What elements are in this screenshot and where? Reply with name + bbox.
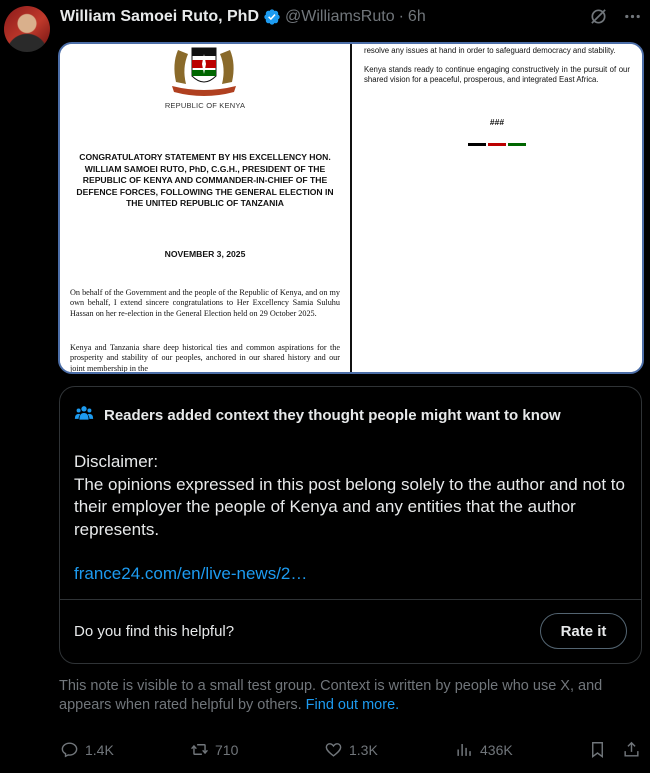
- people-icon: [74, 403, 94, 428]
- helpful-question: Do you find this helpful?: [74, 623, 235, 640]
- post-time[interactable]: 6h: [408, 8, 426, 26]
- note-header: Readers added context they thought peopl…: [74, 403, 561, 428]
- note-source-link[interactable]: france24.com/en/live-news/2…: [74, 564, 307, 584]
- grok-icon[interactable]: [588, 6, 608, 26]
- like-count: 1.3K: [349, 741, 378, 758]
- author-handle[interactable]: @WilliamsRuto: [285, 8, 395, 26]
- action-bar: 1.4K 710 1.3K 436K: [60, 740, 642, 762]
- post-image[interactable]: REPUBLIC OF KENYA CONGRATULATORY STATEME…: [58, 42, 644, 374]
- bookmark-button[interactable]: [588, 740, 607, 759]
- note-body: Disclaimer: The opinions expressed in th…: [74, 452, 625, 539]
- flag-stripe-black: [468, 143, 486, 146]
- flag-stripe-green: [508, 143, 526, 146]
- statement-paragraph-1: On behalf of the Government and the peop…: [70, 288, 340, 318]
- find-out-more-link[interactable]: Find out more.: [306, 697, 400, 713]
- statement-date: NOVEMBER 3, 2025: [164, 249, 246, 259]
- verified-badge-icon[interactable]: [263, 8, 281, 26]
- reply-count: 1.4K: [85, 741, 114, 758]
- tweet-top-actions: [588, 6, 642, 26]
- document-page-right: resolve any issues at hand in order to s…: [352, 44, 642, 372]
- separator-dot: ·: [398, 8, 404, 25]
- share-icon: [624, 741, 639, 757]
- author-avatar[interactable]: [4, 6, 50, 52]
- statement-paragraph-4: Kenya stands ready to continue engaging …: [364, 65, 630, 84]
- reply-icon: [61, 742, 78, 758]
- repost-icon: [191, 744, 208, 755]
- heart-icon: [325, 743, 342, 757]
- repost-count: 710: [215, 741, 239, 758]
- bookmark-icon: [592, 742, 603, 759]
- reply-button[interactable]: 1.4K: [60, 740, 114, 759]
- repost-button[interactable]: 710: [190, 740, 238, 759]
- republic-caption: REPUBLIC OF KENYA: [164, 101, 246, 110]
- statement-title: CONGRATULATORY STATEMENT BY HIS EXCELLEN…: [76, 152, 334, 209]
- rate-it-button[interactable]: Rate it: [540, 613, 627, 649]
- author-name[interactable]: William Samoei Ruto, PhD: [60, 8, 259, 26]
- note-footnote: This note is visible to a small test gro…: [59, 677, 639, 715]
- community-note: Readers added context they thought peopl…: [59, 386, 642, 664]
- tweet-header: William Samoei Ruto, PhD @WilliamsRuto ·…: [60, 6, 426, 28]
- statement-paragraph-3: resolve any issues at hand in order to s…: [364, 46, 616, 55]
- more-options-icon[interactable]: [622, 6, 642, 26]
- statement-paragraph-2: Kenya and Tanzania share deep historical…: [70, 343, 340, 373]
- views-count: 436K: [480, 741, 513, 758]
- kenya-coat-of-arms-icon: [172, 47, 236, 96]
- flag-stripe-red: [488, 143, 506, 146]
- flag-color-line: [364, 143, 630, 146]
- note-title: Readers added context they thought peopl…: [104, 407, 561, 424]
- document-page-left: REPUBLIC OF KENYA CONGRATULATORY STATEME…: [60, 44, 352, 372]
- note-divider: [60, 599, 641, 600]
- end-mark: ###: [489, 117, 505, 127]
- like-button[interactable]: 1.3K: [324, 740, 378, 759]
- share-button[interactable]: [622, 740, 641, 759]
- views-icon: [457, 743, 471, 756]
- views-button[interactable]: 436K: [455, 740, 513, 759]
